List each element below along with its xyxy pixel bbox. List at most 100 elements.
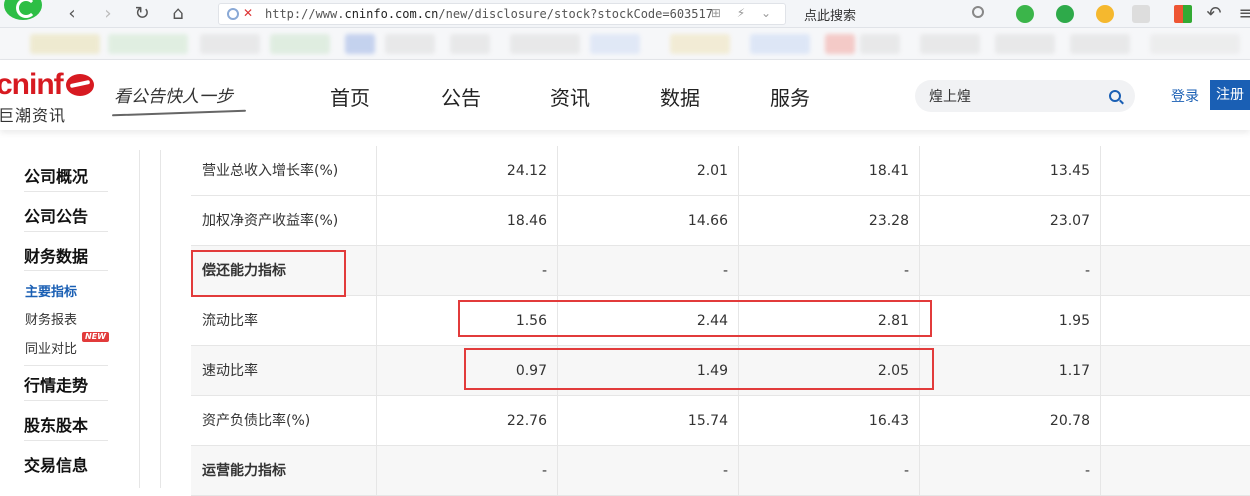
logo-chinese: 巨潮资讯 [0, 106, 67, 125]
nav-services[interactable]: 服务 [770, 82, 810, 111]
bookmark-item[interactable] [750, 34, 810, 54]
nav-home[interactable]: 首页 [330, 82, 370, 111]
bookmark-item[interactable] [860, 34, 900, 54]
bookmark-item[interactable] [108, 34, 188, 54]
extension-translate-icon[interactable] [1056, 5, 1074, 23]
sidebar-item-company-announcements[interactable]: 公司公告 [24, 203, 88, 227]
table-cell: 14.66 [558, 196, 739, 246]
site-slogan: 看公告快人一步 [114, 87, 233, 107]
nav-news[interactable]: 资讯 [550, 82, 590, 111]
sidebar-item-company-overview[interactable]: 公司概况 [24, 163, 88, 187]
extension-scissors-icon[interactable] [1016, 5, 1034, 23]
extension-image-icon[interactable] [1132, 5, 1150, 23]
home-icon[interactable]: ⌂ [168, 4, 188, 24]
bookmark-item[interactable] [345, 34, 375, 54]
table-cell: 24.12 [377, 146, 558, 196]
table-cell: - [377, 446, 558, 496]
table-cell: 2 [1101, 346, 1250, 396]
address-url: http://www.cninfo.com.cn/new/disclosure/… [265, 7, 713, 21]
table-cell: 2.81 [739, 296, 920, 346]
table-cell: 18.46 [377, 196, 558, 246]
sidebar-item-financial-data[interactable]: 财务数据 [24, 243, 88, 267]
new-badge: NEW [82, 332, 109, 342]
table-cell: - [1101, 446, 1250, 496]
sidebar-subitem-key-indicators[interactable]: 主要指标 [25, 281, 77, 300]
row-label: 资产负债比率(%) [191, 396, 377, 446]
table-cell: 23.28 [739, 196, 920, 246]
table-row: 加权净资产收益率(%) 18.46 14.66 23.28 23.07 22 [191, 196, 1250, 246]
sidebar-item-shareholders[interactable]: 股东股本 [24, 412, 88, 436]
browser-search-box[interactable]: 点此搜索 [796, 3, 992, 25]
bookmark-item[interactable] [385, 34, 435, 54]
divider [24, 400, 108, 401]
table-row: 营业总收入增长率(%) 24.12 2.01 18.41 13.45 17 [191, 146, 1250, 196]
row-label: 营业总收入增长率(%) [191, 146, 377, 196]
table-cell: 0.97 [377, 346, 558, 396]
table-cell: - [920, 246, 1101, 296]
bookmark-item[interactable] [510, 34, 580, 54]
site-logo[interactable]: cninf 巨潮资讯 [0, 68, 100, 125]
security-icon [227, 8, 239, 20]
row-label: 运营能力指标 [191, 446, 377, 496]
bookmark-item[interactable] [270, 34, 330, 54]
divider [24, 231, 108, 232]
bookmark-item[interactable] [590, 34, 640, 54]
table-cell: 22.76 [377, 396, 558, 446]
table-cell: 22 [1101, 196, 1250, 246]
row-label: 加权净资产收益率(%) [191, 196, 377, 246]
bookmarks-bar [0, 28, 1250, 60]
table-row: 资产负债比率(%) 22.76 15.74 16.43 20.78 19 [191, 396, 1250, 446]
nav-data[interactable]: 数据 [660, 82, 700, 111]
bookmark-item[interactable] [920, 34, 980, 54]
bookmark-item[interactable] [450, 34, 490, 54]
row-label: 流动比率 [191, 296, 377, 346]
browser-toolbar: ‹ › ↻ ⌂ ✕ http://www.cninfo.com.cn/new/d… [0, 0, 1250, 28]
table-section-row: 运营能力指标 - - - - - [191, 446, 1250, 496]
table-section-row: 偿还能力指标 - - - - - [191, 246, 1250, 296]
sidebar-subitem-financial-statements[interactable]: 财务报表 [25, 309, 77, 328]
bookmark-item[interactable] [200, 34, 260, 54]
table-cell: 16.43 [739, 396, 920, 446]
table-cell: 23.07 [920, 196, 1101, 246]
address-bar[interactable]: ✕ http://www.cninfo.com.cn/new/disclosur… [218, 3, 786, 25]
sidebar-item-trading-info[interactable]: 交易信息 [24, 452, 88, 476]
search-icon[interactable] [972, 6, 984, 18]
sidebar-item-market-trend[interactable]: 行情走势 [24, 372, 88, 396]
login-link[interactable]: 登录 [1171, 86, 1199, 106]
table-cell: - [558, 446, 739, 496]
reload-icon[interactable]: ↻ [132, 4, 152, 24]
forward-icon[interactable]: › [98, 4, 118, 24]
bookmark-item[interactable] [825, 34, 855, 54]
bookmark-item[interactable] [995, 34, 1055, 54]
divider [24, 191, 108, 192]
nav-announcements[interactable]: 公告 [441, 82, 481, 111]
table-cell: 2.01 [558, 146, 739, 196]
table-cell: 1.95 [920, 296, 1101, 346]
bookmark-item[interactable] [1070, 34, 1130, 54]
table-cell: 2 [1101, 296, 1250, 346]
divider [24, 440, 108, 441]
table-row: 速动比率 0.97 1.49 2.05 1.17 2 [191, 346, 1250, 396]
menu-icon[interactable]: ≡ [1236, 4, 1250, 24]
table-cell: 17 [1101, 146, 1250, 196]
site-search-input[interactable] [929, 86, 1099, 106]
apps-icon[interactable] [1174, 5, 1192, 23]
undo-icon[interactable]: ↶ [1204, 4, 1224, 24]
site-search [915, 80, 1135, 112]
table-cell: 1.56 [377, 296, 558, 346]
back-icon[interactable]: ‹ [62, 4, 82, 24]
table-cell: - [1101, 246, 1250, 296]
bookmark-item[interactable] [670, 34, 730, 54]
address-bar-icons[interactable]: ⊞ ⚡ ⌄ [711, 6, 777, 20]
bookmark-item[interactable] [1150, 34, 1240, 54]
slogan-underline [112, 109, 246, 117]
bookmark-item[interactable] [30, 34, 100, 54]
table-cell: 2.05 [739, 346, 920, 396]
register-button[interactable]: 注册 [1210, 80, 1250, 110]
search-icon[interactable] [1109, 90, 1121, 102]
sidebar-subitem-peer-comparison[interactable]: 同业对比 [25, 338, 77, 357]
extension-coin-icon[interactable] [1096, 5, 1114, 23]
table-cell: - [739, 246, 920, 296]
table-cell: 18.41 [739, 146, 920, 196]
table-cell: 20.78 [920, 396, 1101, 446]
